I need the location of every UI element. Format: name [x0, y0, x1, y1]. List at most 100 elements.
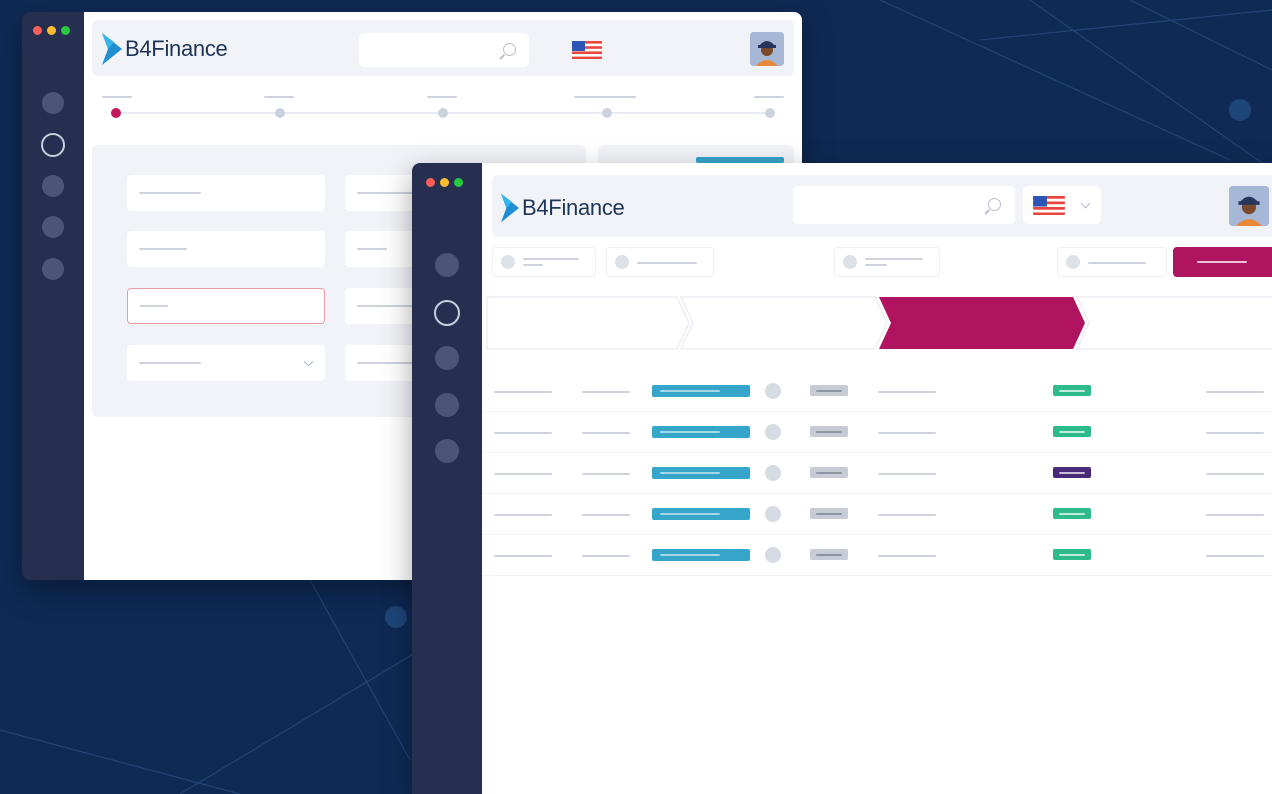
table-row[interactable]	[482, 412, 1272, 453]
us-flag-icon[interactable]	[572, 41, 602, 59]
cell-avatar-dot	[765, 465, 781, 481]
cell-col8	[1206, 432, 1264, 434]
primary-action-button[interactable]	[1173, 247, 1272, 277]
avatar-icon[interactable]	[750, 32, 784, 66]
sidebar-nav-item-2-active[interactable]	[41, 133, 65, 157]
window-minimize-dot[interactable]	[440, 178, 449, 187]
window-controls	[33, 26, 70, 35]
step-3-dot[interactable]	[438, 108, 448, 118]
window-minimize-dot[interactable]	[47, 26, 56, 35]
language-select[interactable]	[1023, 186, 1101, 224]
table-row[interactable]	[482, 494, 1272, 535]
chip-text	[816, 471, 842, 474]
chip-text	[816, 389, 842, 392]
sidebar-nav-item-5[interactable]	[42, 258, 64, 280]
sidebar-nav-item-3[interactable]	[435, 346, 459, 370]
cell-col2	[582, 555, 630, 557]
window-close-dot[interactable]	[33, 26, 42, 35]
cell-col8	[1206, 514, 1264, 516]
cell-col1	[494, 555, 552, 557]
status-text	[1059, 553, 1085, 556]
brand-logo[interactable]: B4Finance	[102, 33, 228, 65]
status-text	[1059, 430, 1085, 433]
step-1-dot-active[interactable]	[111, 108, 121, 118]
step-label-3	[427, 96, 457, 98]
cell-avatar-dot	[765, 547, 781, 563]
avatar-icon[interactable]	[1229, 186, 1269, 226]
cell-teal-tag	[652, 508, 750, 520]
table-row[interactable]	[482, 535, 1272, 576]
search-icon	[503, 43, 516, 56]
window-maximize-dot[interactable]	[454, 178, 463, 187]
sidebar-nav-item-4[interactable]	[42, 216, 64, 238]
pill-icon	[615, 255, 629, 269]
cell-col6	[878, 432, 936, 434]
pill-label-2	[523, 264, 543, 266]
back-sidebar	[22, 12, 84, 580]
filter-pill-2[interactable]	[606, 247, 714, 277]
cell-col6	[878, 514, 936, 516]
filter-pill-3[interactable]	[834, 247, 940, 277]
cell-col2	[582, 514, 630, 516]
pill-label-2	[865, 264, 887, 266]
sidebar-nav-item-1[interactable]	[42, 92, 64, 114]
cell-col6	[878, 391, 936, 393]
table-row[interactable]	[482, 371, 1272, 412]
step-label-1	[102, 96, 132, 98]
pill-label	[637, 262, 697, 264]
cell-col6	[878, 555, 936, 557]
button-label	[1197, 261, 1247, 263]
cell-grey-chip	[810, 426, 848, 437]
pipeline-stage-2	[679, 296, 888, 350]
sidebar-nav-item-2-active[interactable]	[434, 300, 460, 326]
cell-col8	[1206, 391, 1264, 393]
step-2-dot[interactable]	[275, 108, 285, 118]
tag-text	[660, 390, 720, 392]
front-content: B4Finance	[482, 163, 1272, 794]
status-badge-green	[1053, 385, 1091, 396]
window-close-dot[interactable]	[426, 178, 435, 187]
pill-label	[1088, 262, 1146, 264]
filter-pill-4[interactable]	[1057, 247, 1167, 277]
cell-col1	[494, 432, 552, 434]
step-label-2	[264, 96, 294, 98]
status-badge-green	[1053, 426, 1091, 437]
cell-col1	[494, 473, 552, 475]
chip-text	[816, 430, 842, 433]
tag-text	[660, 513, 720, 515]
filter-pill-1[interactable]	[492, 247, 596, 277]
form-dropdown-row4-left[interactable]	[127, 345, 325, 381]
cell-avatar-dot	[765, 383, 781, 399]
sidebar-nav-item-3[interactable]	[42, 175, 64, 197]
brand-logo[interactable]: B4Finance	[501, 193, 625, 223]
form-field-row1-left[interactable]	[127, 175, 325, 211]
sidebar-nav-item-1[interactable]	[435, 253, 459, 277]
back-topbar: B4Finance	[92, 20, 794, 76]
front-topbar: B4Finance	[492, 175, 1272, 237]
sidebar-nav-item-5[interactable]	[435, 439, 459, 463]
tag-text	[660, 472, 720, 474]
search-input[interactable]	[359, 33, 529, 67]
table-row[interactable]	[482, 453, 1272, 494]
b4finance-logo-icon	[102, 33, 122, 65]
pill-label	[523, 258, 579, 260]
window-maximize-dot[interactable]	[61, 26, 70, 35]
form-field-row2-left[interactable]	[127, 231, 325, 267]
tag-text	[660, 554, 720, 556]
pill-icon	[843, 255, 857, 269]
chevron-down-icon	[1080, 198, 1091, 209]
search-icon	[988, 198, 1001, 211]
cell-col2	[582, 473, 630, 475]
sidebar-nav-item-4[interactable]	[435, 393, 459, 417]
step-5-dot[interactable]	[765, 108, 775, 118]
window-controls	[426, 178, 463, 187]
form-field-row3-left-error[interactable]	[127, 288, 325, 324]
search-input[interactable]	[793, 186, 1015, 224]
pipeline-stage-4	[1075, 296, 1272, 350]
step-4-dot[interactable]	[602, 108, 612, 118]
cell-teal-tag	[652, 426, 750, 438]
status-badge-purple	[1053, 467, 1091, 478]
cell-col6	[878, 473, 936, 475]
brand-name: B4Finance	[522, 195, 625, 220]
us-flag-icon	[1033, 196, 1065, 215]
